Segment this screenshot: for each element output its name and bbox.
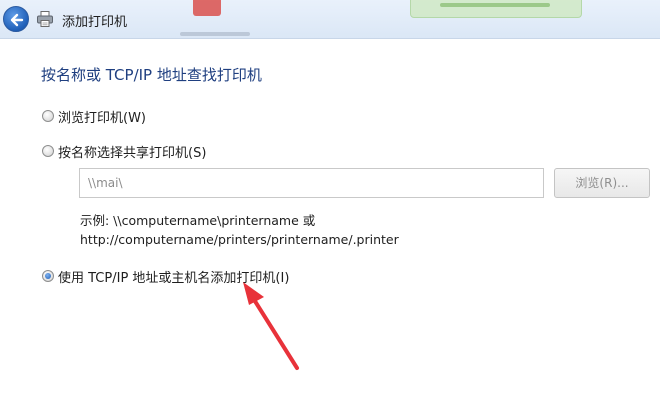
option-label-select-shared-printer[interactable]: 按名称选择共享打印机(S)	[58, 142, 206, 161]
back-button[interactable]	[3, 6, 29, 32]
shared-printer-name-input[interactable]	[79, 168, 544, 198]
browse-button[interactable]: 浏览(R)...	[554, 168, 650, 198]
printer-icon	[37, 11, 53, 27]
option-label-browse-printers[interactable]: 浏览打印机(W)	[58, 107, 146, 126]
example-line-2: http://computername/printers/printername…	[80, 232, 399, 247]
option-label-add-by-tcpip[interactable]: 使用 TCP/IP 地址或主机名添加打印机(I)	[58, 267, 289, 286]
radio-select-shared-printer[interactable]	[42, 145, 54, 157]
page-heading: 按名称或 TCP/IP 地址查找打印机	[41, 66, 262, 84]
window-title: 添加打印机	[62, 15, 128, 30]
back-arrow-icon	[10, 13, 24, 27]
example-text: 示例: \\computername\printername 或 http://…	[80, 211, 399, 249]
background-red-block	[193, 0, 221, 16]
background-green-bar	[440, 3, 550, 7]
radio-add-by-tcpip[interactable]	[42, 270, 54, 282]
background-faded-bar	[180, 32, 250, 36]
example-line-1: 示例: \\computername\printername 或	[80, 213, 316, 228]
window-titlebar: 添加打印机	[0, 0, 660, 39]
radio-browse-printers[interactable]	[42, 110, 54, 122]
